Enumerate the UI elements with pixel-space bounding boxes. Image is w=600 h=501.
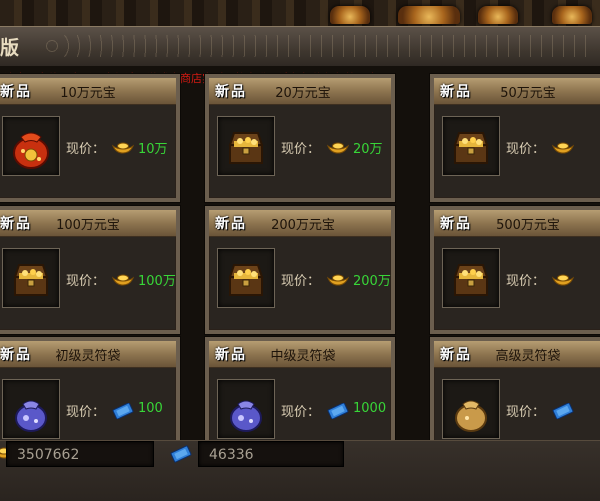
price-label: 现价：: [66, 274, 106, 289]
blue-ticket-icon: [327, 402, 349, 423]
gold-ingot-icon: [326, 272, 350, 291]
item-slot[interactable]: [442, 248, 500, 308]
item-slot[interactable]: [217, 116, 275, 176]
price-label: 现价：: [506, 405, 546, 420]
price-label: 现价：: [66, 405, 106, 420]
blue-ticket-icon: [170, 445, 192, 467]
treasure-chest-icon: [443, 132, 499, 179]
item-name: 100万元宝: [56, 218, 120, 233]
window-title: 版: [0, 37, 21, 59]
card-header: 新品 100万元宝: [0, 210, 176, 237]
price-value: 1000: [353, 401, 387, 416]
price-value: 10万: [138, 142, 168, 157]
price-label: 现价：: [66, 142, 106, 157]
blue-ticket-icon: [552, 402, 574, 423]
shop-item-card[interactable]: 新品 50万元宝现价：: [430, 74, 600, 202]
ticket-balance-field: 46336: [198, 441, 344, 467]
shop-item-card[interactable]: 新品 10万元宝现价： 10万: [0, 74, 180, 202]
price-label: 现价：: [506, 274, 546, 289]
item-slot[interactable]: [2, 116, 60, 176]
item-name: 高级灵符袋: [495, 349, 561, 364]
treasure-chest-icon: [218, 264, 274, 311]
ornament-icon: [330, 6, 370, 24]
item-slot[interactable]: [217, 248, 275, 308]
red-money-bag-icon: [3, 132, 59, 179]
item-slot[interactable]: [442, 116, 500, 176]
treasure-chest-icon: [218, 132, 274, 179]
card-header: 新品 50万元宝: [434, 78, 600, 105]
gold-ingot-icon: [326, 140, 350, 159]
price-value: 100万: [138, 274, 176, 289]
price-label: 现价：: [506, 142, 546, 157]
item-slot[interactable]: [217, 379, 275, 439]
gold-ingot-icon: [111, 272, 135, 291]
card-header: 新品 20万元宝: [209, 78, 391, 105]
item-name: 初级灵符袋: [55, 349, 121, 364]
treasure-chest-icon: [3, 264, 59, 311]
card-header: 新品 中级灵符袋: [209, 341, 391, 368]
treasure-chest-icon: [443, 264, 499, 311]
shop-item-card[interactable]: 新品 20万元宝现价： 20万: [205, 74, 395, 202]
card-header: 新品 500万元宝: [434, 210, 600, 237]
currency-bar: 3507662 46336: [0, 440, 600, 501]
item-name: 10万元宝: [60, 86, 116, 101]
gold-balance-field: 3507662: [6, 441, 154, 467]
gold-ingot-icon: [551, 140, 575, 159]
top-ornament-strip: [0, 0, 600, 26]
shop-item-card[interactable]: 新品 500万元宝现价：: [430, 206, 600, 334]
price-label: 现价：: [281, 274, 321, 289]
window-titlebar: [0, 26, 600, 69]
item-name: 中级灵符袋: [270, 349, 336, 364]
shop-item-card[interactable]: 新品 200万元宝现价： 200万: [205, 206, 395, 334]
item-slot[interactable]: [442, 379, 500, 439]
price-label: 现价：: [281, 142, 321, 157]
gold-ingot-icon: [111, 140, 135, 159]
item-name: 50万元宝: [500, 86, 556, 101]
price-label: 现价：: [281, 405, 321, 420]
ornament-icon: [552, 6, 592, 24]
price-value: 20万: [353, 142, 383, 157]
card-header: 新品 高级灵符袋: [434, 341, 600, 368]
shop-item-card[interactable]: 新品 100万元宝现价： 100万: [0, 206, 180, 334]
item-slot[interactable]: [2, 379, 60, 439]
price-value: 100: [138, 401, 163, 416]
card-header: 新品 200万元宝: [209, 210, 391, 237]
card-header: 新品 10万元宝: [0, 78, 176, 105]
item-name: 200万元宝: [271, 218, 335, 233]
ornament-icon: [398, 6, 460, 24]
item-name: 500万元宝: [496, 218, 560, 233]
blue-ticket-icon: [112, 402, 134, 423]
price-value: 200万: [353, 274, 391, 289]
ornament-icon: [478, 6, 518, 24]
gold-ingot-icon: [551, 272, 575, 291]
item-slot[interactable]: [2, 248, 60, 308]
card-header: 新品 初级灵符袋: [0, 341, 176, 368]
item-name: 20万元宝: [275, 86, 331, 101]
